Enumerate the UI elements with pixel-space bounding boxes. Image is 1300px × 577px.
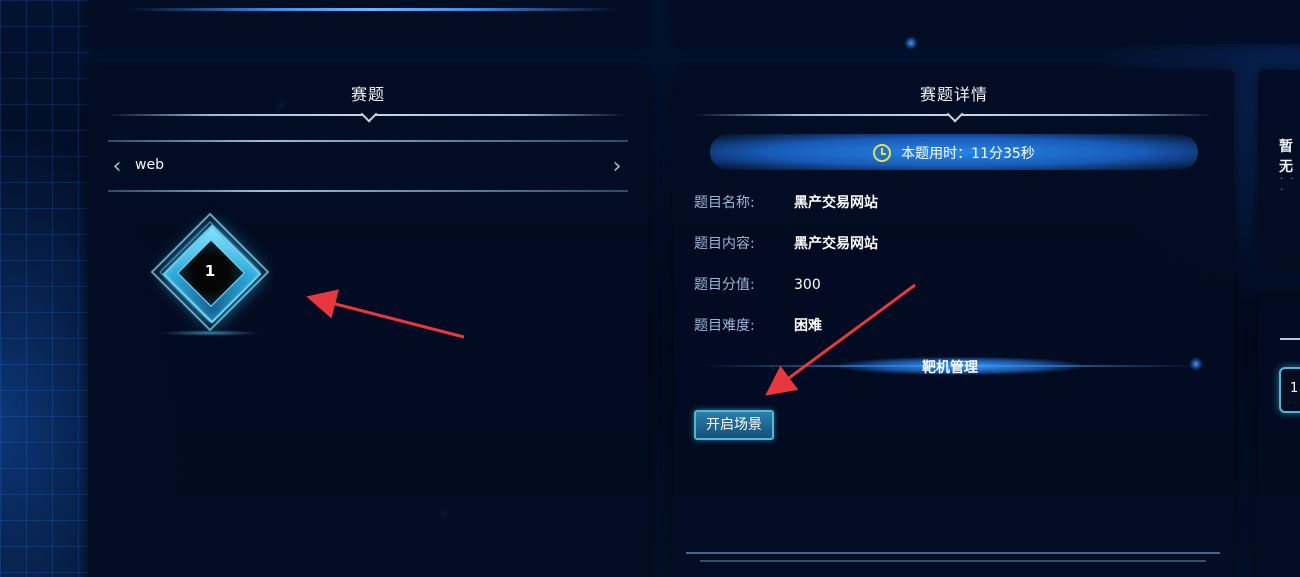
annotation-arrow-right [765, 283, 916, 396]
annotation-arrow-left [306, 289, 465, 339]
app-stage: 赛题 ‹ web › 1 赛题详情 本题用时：11分35秒 题目名称: 黑产交易网… [0, 0, 1300, 577]
annotation-arrows [306, 283, 916, 396]
